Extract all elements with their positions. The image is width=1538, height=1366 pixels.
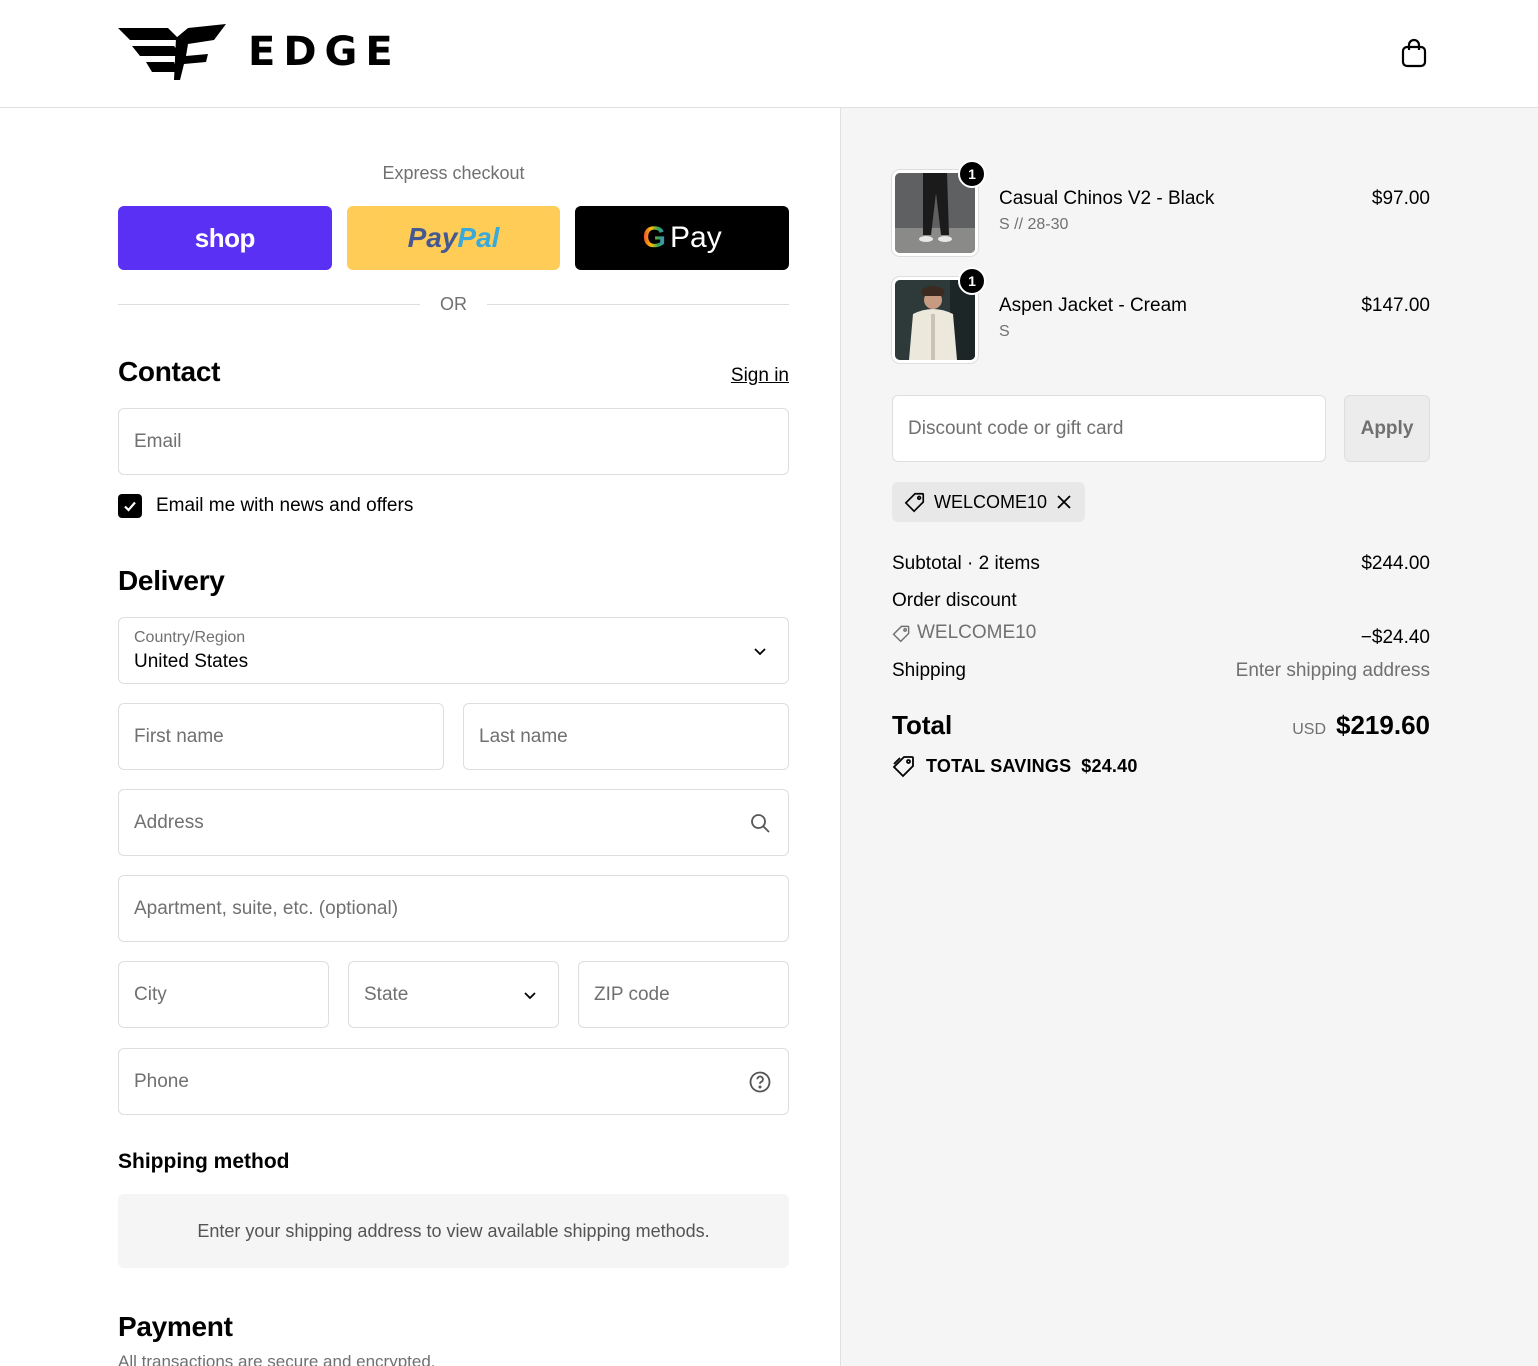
city-field[interactable]: City bbox=[118, 961, 329, 1028]
contact-heading: Contact bbox=[118, 356, 221, 387]
express-checkout-title: Express checkout bbox=[382, 163, 525, 183]
delivery-heading: Delivery bbox=[118, 565, 225, 596]
order-discount-code: WELCOME10 bbox=[892, 622, 1036, 644]
order-discount-row: Order discount bbox=[892, 590, 1430, 612]
last-name-field[interactable]: Last name bbox=[463, 703, 789, 770]
country-value: United States bbox=[134, 650, 249, 672]
item-variant: S bbox=[999, 323, 1010, 340]
cart-item: 1 Aspen Jacket - Cream S $147.00 bbox=[892, 267, 1430, 363]
address-field[interactable]: Address bbox=[118, 789, 789, 856]
or-label: OR bbox=[440, 294, 467, 314]
sign-in-link[interactable]: Sign in bbox=[731, 365, 789, 387]
country-select[interactable]: Country/Region United States bbox=[118, 617, 789, 684]
discount-code-input[interactable]: Discount code or gift card bbox=[892, 395, 1326, 462]
newsletter-checkbox[interactable] bbox=[118, 494, 142, 518]
savings-value: $24.40 bbox=[1081, 755, 1138, 776]
order-discount-code-text: WELCOME10 bbox=[917, 622, 1037, 643]
total-label: Total bbox=[892, 710, 953, 740]
help-circle-icon[interactable] bbox=[748, 1070, 772, 1094]
subtotal-value: $244.00 bbox=[1361, 553, 1430, 574]
order-discount-label: Order discount bbox=[892, 590, 1017, 611]
total-row: Total USD $219.60 bbox=[892, 710, 1430, 741]
total-savings: TOTAL SAVINGS $24.40 bbox=[892, 754, 1138, 778]
zip-placeholder: ZIP code bbox=[594, 983, 670, 1005]
site-header: EDGE bbox=[0, 0, 1538, 108]
zip-code-field[interactable]: ZIP code bbox=[578, 961, 789, 1028]
total-amount: $219.60 bbox=[1336, 710, 1430, 740]
savings-label: TOTAL SAVINGS bbox=[926, 755, 1072, 776]
applied-discount-code: WELCOME10 bbox=[934, 491, 1048, 512]
shopping-bag-icon[interactable] bbox=[1398, 37, 1430, 69]
divider-line bbox=[118, 304, 420, 305]
item-name: Aspen Jacket - Cream bbox=[999, 295, 1187, 316]
tag-icon bbox=[892, 625, 910, 642]
remove-discount-close-icon[interactable] bbox=[1055, 493, 1073, 511]
email-placeholder: Email bbox=[134, 430, 182, 452]
applied-discount-chip: WELCOME10 bbox=[892, 482, 1086, 522]
country-label: Country/Region bbox=[134, 628, 246, 646]
state-placeholder: State bbox=[364, 983, 409, 1005]
google-g-icon: G bbox=[642, 221, 666, 254]
contact-header: Contact Sign in bbox=[118, 356, 789, 388]
email-field[interactable]: Email bbox=[118, 408, 789, 475]
cart-item: 1 Casual Chinos V2 - Black S // 28-30 $9… bbox=[892, 160, 1430, 256]
phone-field[interactable]: Phone bbox=[118, 1048, 789, 1115]
divider-line bbox=[487, 304, 789, 305]
shipping-row: Shipping Enter shipping address bbox=[892, 660, 1430, 682]
google-pay-button[interactable]: G Pay bbox=[575, 206, 790, 270]
chevron-down-icon bbox=[754, 647, 766, 655]
item-name: Casual Chinos V2 - Black bbox=[999, 188, 1215, 209]
subtotal-row: Subtotal · 2 items $244.00 bbox=[892, 553, 1430, 575]
city-placeholder: City bbox=[134, 983, 167, 1005]
shop-pay-label: shop bbox=[194, 222, 256, 253]
discount-code-placeholder: Discount code or gift card bbox=[908, 417, 1124, 439]
brand-name: EDGE bbox=[248, 29, 401, 75]
first-name-field[interactable]: First name bbox=[118, 703, 444, 770]
apartment-placeholder: Apartment, suite, etc. (optional) bbox=[134, 897, 399, 919]
item-variant: S // 28-30 bbox=[999, 216, 1069, 233]
apartment-field[interactable]: Apartment, suite, etc. (optional) bbox=[118, 875, 789, 942]
edge-wings-icon bbox=[118, 24, 226, 80]
quantity-badge: 1 bbox=[958, 267, 986, 295]
paypal-label-pal: Pal bbox=[457, 222, 500, 253]
quantity-badge: 1 bbox=[958, 160, 986, 188]
google-pay-label: Pay bbox=[670, 221, 722, 254]
newsletter-checkbox-row[interactable]: Email me with news and offers bbox=[118, 494, 413, 518]
or-divider: OR bbox=[118, 294, 789, 315]
chevron-down-icon bbox=[524, 991, 536, 999]
shipping-value: Enter shipping address bbox=[1235, 660, 1430, 681]
savings-tag-icon bbox=[892, 756, 914, 778]
shipping-method-notice: Enter your shipping address to view avai… bbox=[118, 1194, 789, 1268]
subtotal-label: Subtotal · 2 items bbox=[892, 553, 1040, 574]
state-select[interactable]: State bbox=[348, 961, 559, 1028]
checkmark-icon bbox=[124, 501, 136, 512]
phone-placeholder: Phone bbox=[134, 1070, 189, 1092]
currency-code: USD bbox=[1292, 721, 1327, 738]
tag-icon bbox=[904, 492, 925, 513]
payment-heading: Payment bbox=[118, 1311, 233, 1342]
last-name-placeholder: Last name bbox=[479, 725, 568, 747]
express-checkout-buttons: shop Pay Pal G Pay bbox=[118, 206, 790, 270]
shop-pay-button[interactable]: shop bbox=[118, 206, 332, 270]
order-discount-value: −$24.40 bbox=[1360, 626, 1430, 648]
shipping-label: Shipping bbox=[892, 660, 966, 681]
total-value-group: USD $219.60 bbox=[1292, 710, 1430, 741]
order-summary: 1 Casual Chinos V2 - Black S // 28-30 $9… bbox=[840, 108, 1538, 1366]
shipping-method-heading: Shipping method bbox=[118, 1150, 290, 1173]
address-placeholder: Address bbox=[134, 811, 204, 833]
search-icon bbox=[751, 813, 770, 833]
first-name-placeholder: First name bbox=[134, 725, 224, 747]
item-price: $147.00 bbox=[1361, 295, 1430, 316]
paypal-label-pay: Pay bbox=[407, 222, 458, 253]
item-price: $97.00 bbox=[1371, 188, 1430, 209]
order-discount-code-row: WELCOME10 −$24.40 bbox=[892, 622, 1430, 649]
brand-logo[interactable]: EDGE bbox=[118, 24, 401, 80]
newsletter-label: Email me with news and offers bbox=[156, 495, 414, 516]
payment-subtitle: All transactions are secure and encrypte… bbox=[118, 1352, 436, 1366]
paypal-button[interactable]: Pay Pal bbox=[346, 206, 561, 270]
apply-discount-button[interactable]: Apply bbox=[1344, 395, 1430, 462]
